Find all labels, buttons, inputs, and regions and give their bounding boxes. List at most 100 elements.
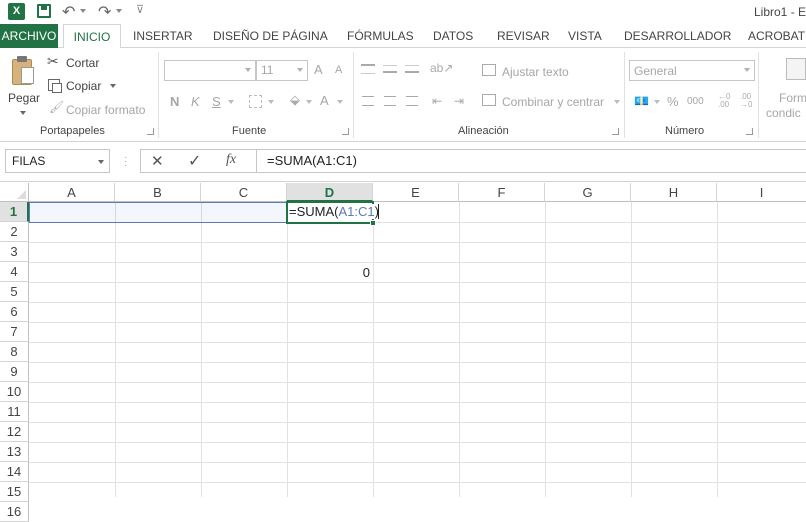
decrease-decimal-icon[interactable]: .00 →0 <box>740 93 752 109</box>
number-format-combo[interactable]: General <box>629 60 755 81</box>
cut-button[interactable]: Cortar <box>66 56 99 70</box>
enter-formula-button[interactable]: ✓ <box>188 151 201 171</box>
column-header-c[interactable]: C <box>201 183 287 202</box>
format-painter-button[interactable]: Copiar formato <box>66 103 145 117</box>
tab-datos[interactable]: DATOS <box>433 24 473 48</box>
worksheet-grid[interactable]: A B C D E F G H I 1 2 3 4 5 6 7 8 9 10 1… <box>0 183 806 522</box>
fill-color-dropdown-icon[interactable] <box>306 100 312 104</box>
redo-dropdown-icon[interactable] <box>116 9 122 13</box>
accounting-dropdown-icon[interactable] <box>654 100 660 104</box>
row-header-2[interactable]: 2 <box>0 222 29 242</box>
clipboard-dialog-launcher[interactable] <box>147 128 154 135</box>
wrap-text-button[interactable]: Ajustar texto <box>502 65 569 79</box>
underline-dropdown-icon[interactable] <box>228 100 234 104</box>
save-icon[interactable] <box>37 4 51 18</box>
alignment-dialog-launcher[interactable] <box>612 128 619 135</box>
font-color-dropdown-icon[interactable] <box>337 100 343 104</box>
conditional-format-button-line2[interactable]: condic <box>766 106 801 120</box>
italic-button[interactable]: K <box>191 94 200 109</box>
cancel-formula-button[interactable]: ✕ <box>151 152 164 170</box>
row-header-15[interactable]: 15 <box>0 482 29 502</box>
name-box[interactable]: FILAS <box>5 149 110 173</box>
tab-revisar[interactable]: REVISAR <box>497 24 550 48</box>
row-header-13[interactable]: 13 <box>0 442 29 462</box>
align-middle-icon[interactable] <box>383 65 397 73</box>
tab-desarrollador[interactable]: DESARROLLADOR <box>624 24 731 48</box>
insert-function-button[interactable]: fx <box>226 152 236 168</box>
row-header-6[interactable]: 6 <box>0 302 29 322</box>
row-header-12[interactable]: 12 <box>0 422 29 442</box>
column-header-g[interactable]: G <box>545 183 631 202</box>
paste-icon[interactable] <box>12 56 36 86</box>
accounting-format-icon[interactable]: 💶 <box>634 94 649 108</box>
row-header-7[interactable]: 7 <box>0 322 29 342</box>
borders-icon[interactable] <box>249 95 262 108</box>
merge-center-button[interactable]: Combinar y centrar <box>502 95 604 109</box>
conditional-format-button-line1[interactable]: Form <box>779 91 806 105</box>
paste-button[interactable]: Pegar <box>8 91 40 105</box>
tab-formulas[interactable]: FÓRMULAS <box>347 24 414 48</box>
row-header-8[interactable]: 8 <box>0 342 29 362</box>
bold-button[interactable]: N <box>170 94 179 109</box>
fill-handle[interactable] <box>370 220 376 226</box>
number-dialog-launcher[interactable] <box>746 128 753 135</box>
row-header-10[interactable]: 10 <box>0 382 29 402</box>
align-top-icon[interactable] <box>361 64 375 74</box>
borders-dropdown-icon[interactable] <box>268 100 274 104</box>
thousands-separator-button[interactable]: 000 <box>687 96 704 107</box>
font-name-combo[interactable] <box>164 60 256 81</box>
select-all-button[interactable] <box>0 183 29 202</box>
tab-diseno-de-pagina[interactable]: DISEÑO DE PÁGINA <box>213 24 328 48</box>
column-header-h[interactable]: H <box>631 183 717 202</box>
formula-input[interactable]: =SUMA(A1:C1) <box>256 149 806 173</box>
tab-acrobat[interactable]: ACROBAT <box>748 24 805 48</box>
redo-icon[interactable]: ↷ <box>98 2 111 22</box>
row-header-14[interactable]: 14 <box>0 462 29 482</box>
row-header-9[interactable]: 9 <box>0 362 29 382</box>
undo-icon[interactable]: ↶ <box>62 2 75 22</box>
tab-vista[interactable]: VISTA <box>568 24 602 48</box>
row-header-11[interactable]: 11 <box>0 402 29 422</box>
align-right-icon[interactable] <box>406 96 418 106</box>
font-dialog-launcher[interactable] <box>342 128 349 135</box>
formula-bar-splitter[interactable]: · · · <box>124 153 127 171</box>
customize-qat-icon[interactable]: ⊽ <box>136 3 144 16</box>
fill-color-icon[interactable]: ⬙ <box>290 92 300 108</box>
decrease-indent-icon[interactable]: ⇤ <box>432 94 442 108</box>
column-header-d[interactable]: D <box>287 183 373 202</box>
increase-decimal-icon[interactable]: ←0.00 <box>718 93 730 109</box>
name-box-dropdown-icon[interactable] <box>98 160 104 164</box>
column-header-a[interactable]: A <box>29 183 115 202</box>
font-color-button[interactable]: A <box>320 93 329 108</box>
gridline <box>29 482 806 483</box>
row-header-4[interactable]: 4 <box>0 262 29 282</box>
row-header-1[interactable]: 1 <box>0 202 29 222</box>
column-header-i[interactable]: I <box>717 183 806 202</box>
orientation-icon[interactable]: ab↗ <box>430 61 453 75</box>
increase-indent-icon[interactable]: ⇥ <box>454 94 464 108</box>
column-header-e[interactable]: E <box>373 183 459 202</box>
tab-insertar[interactable]: INSERTAR <box>133 24 193 48</box>
cell-d4-value[interactable]: 0 <box>287 263 370 282</box>
align-bottom-icon[interactable] <box>405 65 419 73</box>
reference-range-a1-c1[interactable] <box>29 202 288 223</box>
grow-font-button[interactable]: A <box>314 62 323 77</box>
copy-dropdown-icon[interactable] <box>110 84 116 88</box>
row-header-3[interactable]: 3 <box>0 242 29 262</box>
font-size-combo[interactable]: 11 <box>256 60 308 81</box>
row-header-16[interactable]: 16 <box>0 502 29 522</box>
row-header-5[interactable]: 5 <box>0 282 29 302</box>
tab-archivo[interactable]: ARCHIVO <box>0 24 58 48</box>
tab-inicio[interactable]: INICIO <box>63 24 121 49</box>
shrink-font-button[interactable]: A <box>335 64 342 76</box>
align-left-icon[interactable] <box>362 96 374 106</box>
column-header-f[interactable]: F <box>459 183 545 202</box>
align-center-icon[interactable] <box>384 96 396 106</box>
percent-style-button[interactable]: % <box>667 94 679 109</box>
underline-button[interactable]: S <box>212 94 221 109</box>
undo-dropdown-icon[interactable] <box>80 9 86 13</box>
column-header-b[interactable]: B <box>115 183 201 202</box>
copy-button[interactable]: Copiar <box>66 79 101 93</box>
paste-dropdown-icon[interactable] <box>20 111 26 115</box>
merge-dropdown-icon[interactable] <box>614 100 620 104</box>
